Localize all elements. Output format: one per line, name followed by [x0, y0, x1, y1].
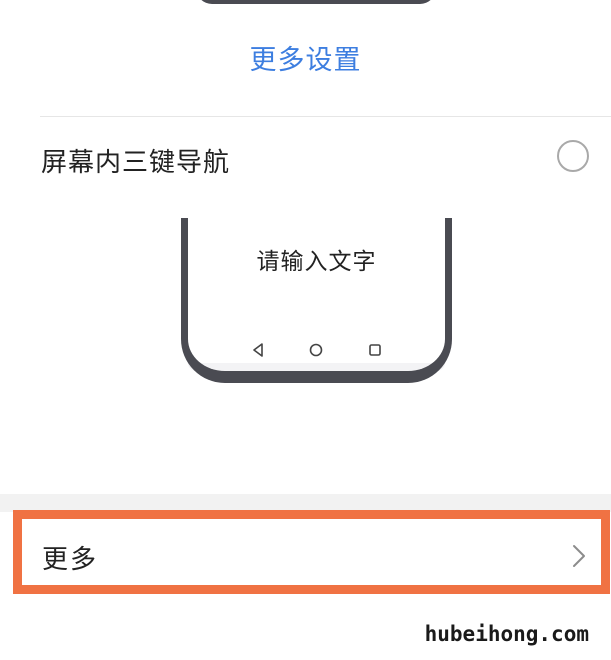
preview-input-text: 请输入文字	[256, 249, 377, 275]
back-icon	[250, 342, 266, 358]
home-icon	[308, 342, 324, 358]
recents-icon	[367, 342, 383, 358]
preview-nav-keys	[181, 342, 452, 358]
three-key-navigation-option[interactable]: 屏幕内三键导航	[0, 118, 611, 198]
more-label: 更多	[42, 545, 99, 575]
chevron-right-icon	[571, 543, 587, 569]
three-key-navigation-label: 屏幕内三键导航	[41, 148, 231, 178]
more-row[interactable]: 更多	[13, 510, 610, 594]
three-key-navigation-radio[interactable]	[557, 140, 589, 172]
more-settings-link[interactable]: 更多设置	[0, 38, 611, 77]
divider	[40, 116, 611, 117]
settings-page: 更多设置 屏幕内三键导航 请输入文字 更多 hubeihong.com	[0, 0, 611, 660]
phone-preview-illustration: 请输入文字	[181, 218, 452, 383]
previous-phone-illustration	[196, 0, 436, 4]
watermark: hubeihong.com	[424, 622, 589, 646]
